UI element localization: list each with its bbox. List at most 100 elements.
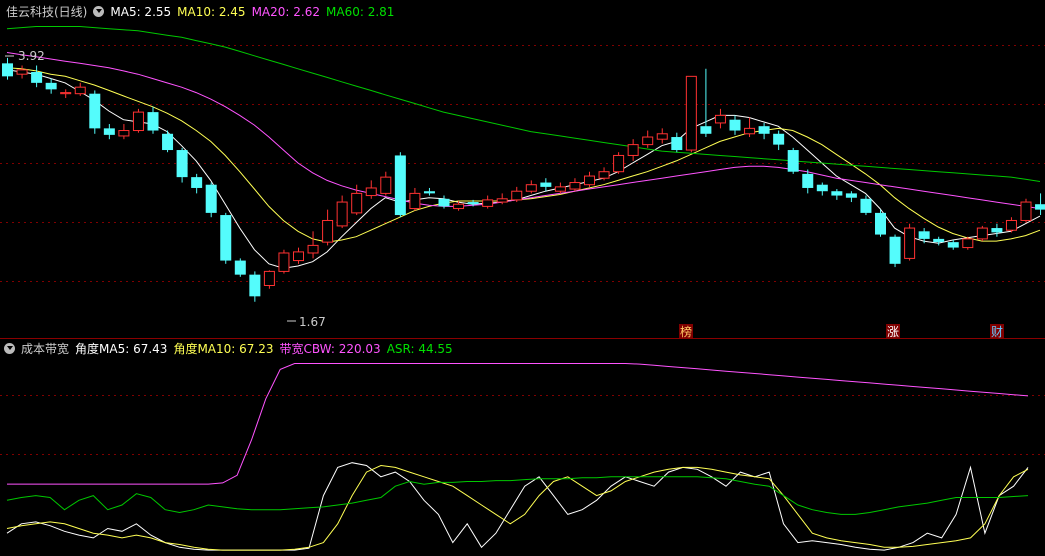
- main-panel-header: 佳云科技(日线) MA5: 2.55 MA10: 2.45 MA20: 2.62 MA6…: [0, 3, 1045, 21]
- angle-line-2: [6, 476, 1029, 515]
- candle-body: [1035, 204, 1045, 210]
- candle: [278, 249, 290, 274]
- candle-body: [176, 150, 188, 178]
- candle-body: [60, 92, 72, 95]
- candle: [31, 65, 43, 88]
- ma5-line: [6, 69, 1041, 269]
- candle: [45, 78, 57, 94]
- candle-body: [511, 190, 523, 201]
- candle: [685, 75, 697, 153]
- candle-body: [714, 114, 726, 124]
- candle-body: [787, 150, 799, 172]
- candle: [773, 130, 785, 151]
- candle: [947, 239, 959, 250]
- candle: [598, 167, 610, 181]
- candle-body: [773, 133, 785, 145]
- candle-body: [918, 231, 930, 239]
- candle: [1020, 198, 1032, 223]
- candle: [307, 231, 319, 259]
- indicator-title: 成本带宽: [21, 342, 70, 356]
- candle-body: [496, 198, 508, 203]
- candle: [554, 182, 566, 194]
- candle-body: [89, 93, 101, 129]
- indicator-lines: [6, 363, 1029, 551]
- candle: [191, 173, 203, 194]
- cbw-line-0: [7, 363, 1029, 485]
- event-marker-3[interactable]: 财: [990, 324, 1004, 339]
- candle-body: [322, 219, 334, 243]
- candle-body: [584, 175, 595, 186]
- candle: [540, 178, 552, 192]
- candle-body: [802, 173, 814, 188]
- candle: [991, 223, 1003, 237]
- candle: [74, 82, 86, 96]
- candle: [584, 171, 595, 187]
- candle-body: [103, 128, 115, 135]
- candle: [147, 106, 159, 134]
- candle: [60, 89, 72, 99]
- candle-body: [263, 270, 275, 286]
- event-marker-2[interactable]: 涨: [886, 324, 900, 339]
- candle: [409, 187, 421, 211]
- candle: [263, 270, 275, 289]
- event-marker-1[interactable]: 榜: [679, 324, 693, 339]
- ma5-value: MA5: 2.55: [110, 5, 172, 19]
- candle-body: [132, 111, 144, 132]
- candle: [816, 182, 828, 196]
- stock-chart: 3.92 1.67 榜 涨 财: [0, 26, 1045, 551]
- candle: [162, 130, 174, 153]
- candle: [394, 152, 406, 218]
- candle-body: [947, 242, 959, 248]
- candle: [671, 132, 683, 153]
- candle: [744, 117, 756, 138]
- candle-body: [467, 202, 479, 205]
- candle: [714, 108, 726, 129]
- candle: [16, 65, 28, 79]
- candle-body: [118, 130, 130, 137]
- candle: [613, 152, 625, 174]
- ma60-value: MA60: 2.81: [326, 5, 395, 19]
- candle: [845, 191, 857, 203]
- ma20-value: MA20: 2.62: [251, 5, 320, 19]
- candle-body: [249, 274, 261, 297]
- candle: [234, 258, 246, 277]
- candle: [758, 122, 770, 140]
- candle-body: [191, 177, 203, 188]
- candle-body: [162, 133, 174, 151]
- candle: [89, 90, 101, 134]
- low-label: 1.67: [299, 315, 326, 329]
- candle-body: [394, 155, 406, 216]
- candle-body: [889, 236, 901, 264]
- candle: [569, 178, 581, 192]
- candle-body: [365, 187, 377, 197]
- candle: [787, 147, 799, 174]
- candle-body: [409, 192, 421, 210]
- candle-body: [336, 201, 348, 227]
- candle: [2, 57, 13, 80]
- candle-body: [962, 238, 974, 249]
- candle: [220, 212, 232, 264]
- candle: [729, 115, 741, 135]
- candle-body: [453, 203, 465, 210]
- candle: [1005, 217, 1017, 233]
- candle-body: [569, 182, 581, 190]
- candle-body: [220, 215, 232, 261]
- candle-body: [380, 176, 392, 194]
- dropdown-icon[interactable]: [4, 343, 15, 354]
- candle-body: [933, 238, 945, 243]
- candle-body: [74, 86, 86, 95]
- candle-body: [351, 192, 363, 214]
- candle: [627, 139, 639, 161]
- candle-body: [2, 63, 13, 77]
- candle: [642, 130, 654, 148]
- candle-body: [234, 260, 246, 275]
- low-marker: 1.67: [287, 315, 326, 329]
- candle: [103, 124, 115, 140]
- candle-body: [642, 136, 654, 146]
- candle-body: [976, 227, 988, 240]
- angle-ma10-value: 角度MA10: 67.23: [173, 342, 274, 356]
- candle: [904, 223, 916, 261]
- angle-line-1: [6, 464, 1029, 551]
- dropdown-icon[interactable]: [93, 6, 105, 17]
- candle: [380, 171, 392, 196]
